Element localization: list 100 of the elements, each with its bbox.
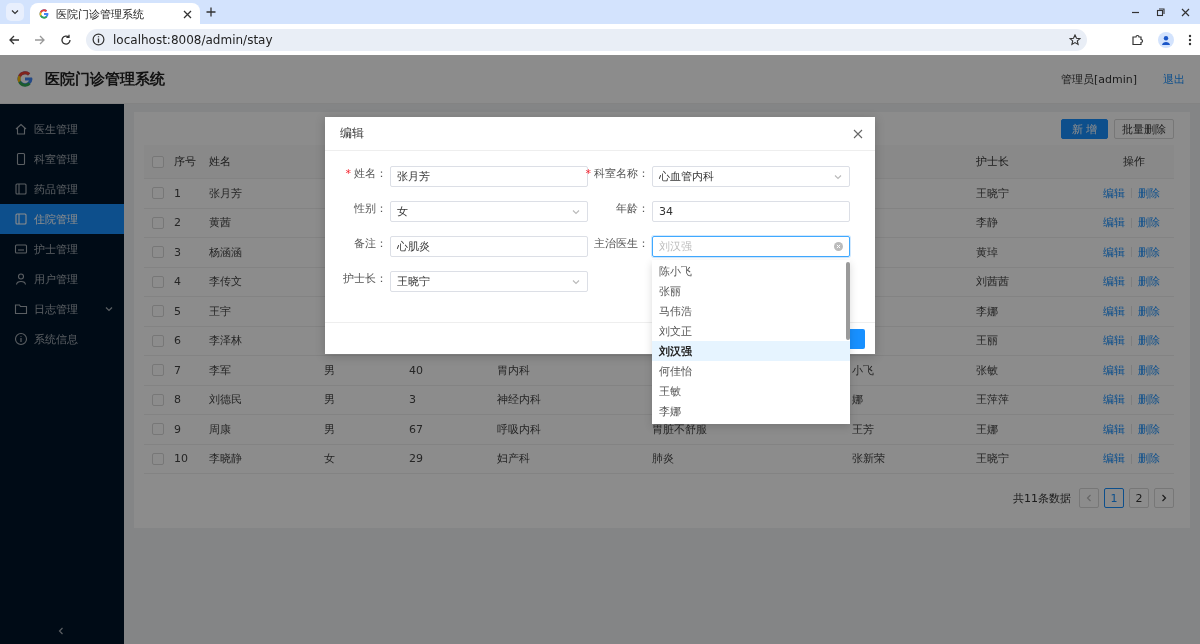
edit-link[interactable]: 编辑 <box>1103 303 1125 319</box>
table-cell-text: 67 <box>408 422 424 436</box>
restore-icon[interactable] <box>1156 7 1165 17</box>
close-icon[interactable] <box>1181 7 1190 17</box>
chevron-right-icon <box>1159 493 1169 503</box>
table-cell-text: 王晓宁 <box>975 185 1010 201</box>
table-cell-text: 李传文 <box>208 274 243 290</box>
profile-avatar[interactable] <box>1158 31 1174 48</box>
info-icon <box>14 332 28 346</box>
column-header: 序号 <box>173 154 197 169</box>
dropdown-option[interactable]: 马伟浩 <box>652 301 850 321</box>
dropdown-option[interactable]: 刘文正 <box>652 321 850 341</box>
sidebar-item[interactable]: 科室管理 <box>0 144 124 174</box>
close-icon[interactable] <box>853 128 863 139</box>
edit-link[interactable]: 编辑 <box>1103 421 1125 437</box>
input-field[interactable]: 心肌炎 <box>390 236 588 257</box>
delete-link[interactable]: 删除 <box>1138 303 1160 319</box>
total-count: 共11条数据 <box>1013 490 1071 506</box>
table-cell-text: 王丽 <box>975 333 999 349</box>
edit-link[interactable]: 编辑 <box>1103 392 1125 408</box>
dropdown-option[interactable]: 李娜 <box>652 401 850 421</box>
table-cell-text: 李泽林 <box>208 333 243 349</box>
table-cell-text: 胃内科 <box>496 362 531 378</box>
table-cell-text: 娜 <box>851 392 864 408</box>
app-title: 医院门诊管理系统 <box>45 69 165 89</box>
edit-link[interactable]: 编辑 <box>1103 451 1125 467</box>
more-icon[interactable] <box>1188 33 1192 46</box>
scrollbar-thumb[interactable] <box>846 262 850 340</box>
tablet-icon <box>14 152 28 166</box>
dropdown-option[interactable]: 陈小飞 <box>652 261 850 281</box>
collapse-icon <box>56 626 66 636</box>
edit-link[interactable]: 编辑 <box>1103 274 1125 290</box>
delete-link[interactable]: 删除 <box>1138 244 1160 260</box>
select-field[interactable]: 心血管内科 <box>652 166 850 187</box>
chevron-left-icon <box>1084 493 1094 503</box>
sidebar-item[interactable]: 用户管理 <box>0 264 124 294</box>
table-cell-text: 8 <box>173 393 182 407</box>
address-bar[interactable]: localhost:8008/admin/stay <box>86 28 1087 51</box>
table-cell-text: 1 <box>173 186 182 200</box>
delete-link[interactable]: 删除 <box>1138 215 1160 231</box>
delete-link[interactable]: 删除 <box>1138 333 1160 349</box>
input-field[interactable]: 34 <box>652 201 850 222</box>
dropdown-option[interactable]: 何佳怡 <box>652 361 850 381</box>
browser-tab[interactable]: 医院门诊管理系统 <box>30 3 200 25</box>
new-tab-icon[interactable] <box>206 7 216 17</box>
close-icon[interactable] <box>183 9 192 19</box>
page-button[interactable]: 1 <box>1104 488 1124 508</box>
table-cell-text: 李静 <box>975 215 999 231</box>
table-cell-text: 男 <box>323 421 336 437</box>
table-cell-text: 5 <box>173 304 182 318</box>
next-page-button[interactable] <box>1154 488 1174 508</box>
delete-link[interactable]: 删除 <box>1138 392 1160 408</box>
add-button[interactable]: 新 增 <box>1060 119 1108 139</box>
sidebar-item[interactable]: 系统信息 <box>0 324 124 354</box>
reload-icon[interactable] <box>60 33 72 46</box>
table-cell-text: 杨涵涵 <box>208 244 243 260</box>
sidebar-item[interactable]: 住院管理 <box>0 204 124 234</box>
tab-list-button[interactable] <box>6 3 24 21</box>
edit-link[interactable]: 编辑 <box>1103 333 1125 349</box>
sidebar-item[interactable]: 药品管理 <box>0 174 124 204</box>
edit-link[interactable]: 编辑 <box>1103 362 1125 378</box>
table-cell-text: 小飞 <box>851 362 875 378</box>
delete-link[interactable]: 删除 <box>1138 274 1160 290</box>
logout-link[interactable]: 退出 <box>1163 71 1185 87</box>
select-field[interactable]: 王晓宁 <box>390 271 588 292</box>
dropdown-option[interactable]: 刘汉强 <box>652 341 850 361</box>
page-button[interactable]: 2 <box>1129 488 1149 508</box>
puzzle-icon[interactable] <box>1131 33 1144 46</box>
table-cell-text: 10 <box>173 452 189 466</box>
table-cell-text: 王娜 <box>975 421 999 437</box>
table-cell-text: 李军 <box>208 362 232 378</box>
column-header: 操作 <box>1122 154 1145 169</box>
table-cell-text: 40 <box>408 363 424 377</box>
table-cell-text: 张敏 <box>975 362 999 378</box>
info-icon[interactable] <box>92 33 105 46</box>
field-label: 姓名： <box>354 167 387 180</box>
star-icon[interactable] <box>1069 33 1081 46</box>
select-field[interactable]: 刘汉强 <box>652 236 850 257</box>
edit-link[interactable]: 编辑 <box>1103 215 1125 231</box>
forward-icon[interactable] <box>34 33 46 46</box>
delete-link[interactable]: 删除 <box>1138 451 1160 467</box>
sidebar-item[interactable]: 护士管理 <box>0 234 124 264</box>
dropdown-option[interactable]: 王敏 <box>652 381 850 401</box>
select-field[interactable]: 女 <box>390 201 588 222</box>
dropdown-option[interactable]: 张丽 <box>652 281 850 301</box>
edit-link[interactable]: 编辑 <box>1103 244 1125 260</box>
sidebar-item[interactable]: 医生管理 <box>0 114 124 144</box>
required-mark: * <box>345 167 351 180</box>
user-name: 管理员[admin] <box>1060 71 1137 87</box>
delete-link[interactable]: 删除 <box>1138 362 1160 378</box>
table-cell-text: 肺炎 <box>651 451 675 467</box>
panel-icon <box>14 182 28 196</box>
sidebar-item[interactable]: 日志管理 <box>0 294 124 324</box>
delete-link[interactable]: 删除 <box>1138 421 1160 437</box>
back-icon[interactable] <box>8 33 20 46</box>
delete-link[interactable]: 删除 <box>1138 185 1160 201</box>
edit-link[interactable]: 编辑 <box>1103 185 1125 201</box>
logo-icon <box>38 8 50 20</box>
batch-delete-button[interactable]: 批量删除 <box>1114 119 1174 139</box>
column-header: 姓名 <box>208 154 232 169</box>
